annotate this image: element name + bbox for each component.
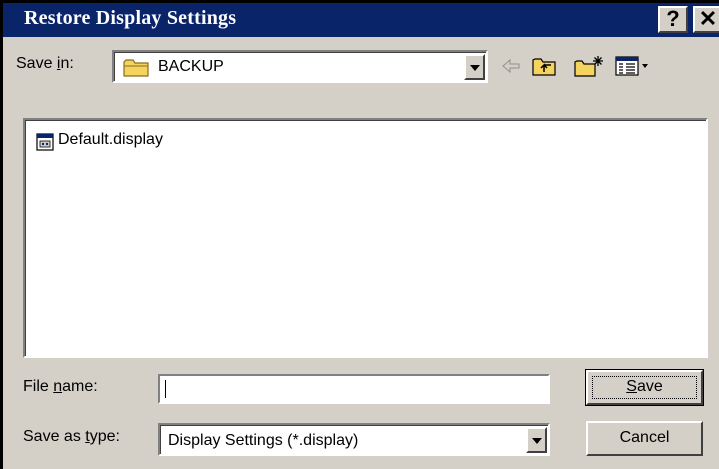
file-list[interactable]: Default.display bbox=[23, 118, 708, 358]
new-folder-icon[interactable] bbox=[573, 54, 605, 78]
save-as-type-value: Display Settings (*.display) bbox=[168, 432, 359, 449]
file-name: Default.display bbox=[58, 131, 163, 148]
chevron-down-icon[interactable] bbox=[526, 427, 547, 453]
save-in-dropdown[interactable]: BACKUP bbox=[112, 50, 488, 83]
save-in-value: BACKUP bbox=[158, 58, 224, 75]
save-button[interactable]: Save bbox=[585, 369, 704, 406]
text-caret bbox=[165, 380, 166, 398]
folder-icon bbox=[123, 59, 149, 77]
close-button[interactable]: ✕ bbox=[693, 6, 719, 33]
file-name-label: File name: bbox=[23, 378, 98, 395]
focus-rect bbox=[592, 376, 697, 399]
up-folder-icon[interactable] bbox=[531, 54, 559, 78]
display-file-icon bbox=[36, 133, 54, 151]
save-as-type-label: Save as type: bbox=[23, 428, 120, 445]
dialog-title: Restore Display Settings bbox=[24, 7, 237, 29]
save-as-type-dropdown[interactable]: Display Settings (*.display) bbox=[158, 423, 550, 456]
chevron-down-icon[interactable] bbox=[464, 54, 485, 80]
back-arrow-icon[interactable] bbox=[500, 54, 522, 78]
cancel-button[interactable]: Cancel bbox=[586, 421, 703, 456]
file-name-input[interactable] bbox=[158, 374, 550, 404]
title-bar[interactable]: Restore Display Settings ? ✕ bbox=[3, 3, 719, 37]
help-button[interactable]: ? bbox=[658, 6, 688, 33]
restore-display-settings-dialog: Restore Display Settings ? ✕ Save in: BA… bbox=[0, 0, 719, 469]
save-in-label: Save in: bbox=[16, 55, 74, 72]
views-menu-icon[interactable] bbox=[614, 54, 652, 78]
